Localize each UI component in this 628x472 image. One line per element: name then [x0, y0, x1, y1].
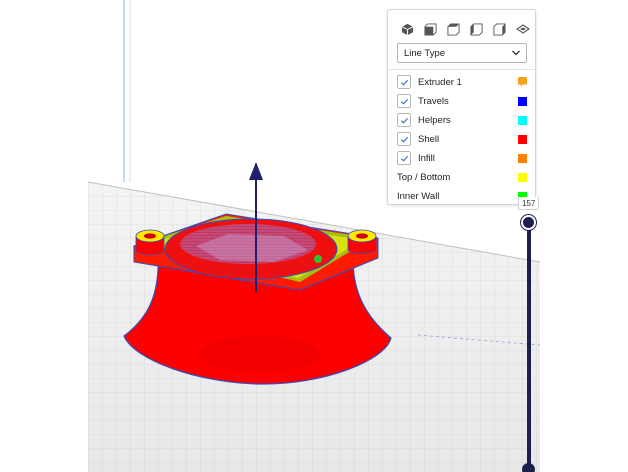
- legend-item-top-bottom: Top / Bottom: [397, 169, 528, 185]
- move-gizmo-arrow-icon: [249, 162, 263, 180]
- checkmark-icon: [400, 117, 408, 124]
- model-post-right: [347, 229, 377, 254]
- legend-label: Travels: [418, 95, 449, 107]
- legend-color-swatch: [518, 115, 527, 125]
- legend-label: Top / Bottom: [397, 171, 451, 183]
- legend-checkbox[interactable]: [397, 94, 411, 108]
- legend-label: Helpers: [418, 114, 451, 126]
- view-xray-button[interactable]: [511, 18, 534, 40]
- cube-left-icon: [470, 22, 483, 36]
- legend-item-shell[interactable]: Shell: [397, 131, 528, 147]
- layer-slider-lower-handle[interactable]: [522, 463, 535, 472]
- view-3d-button[interactable]: [396, 18, 419, 40]
- layer-slider[interactable]: 157: [518, 193, 540, 472]
- legend-label: Inner Wall: [397, 190, 440, 202]
- checkmark-icon: [400, 136, 408, 143]
- checkmark-icon: [400, 98, 408, 105]
- legend-item-helpers[interactable]: Helpers: [397, 112, 528, 128]
- legend-checkbox[interactable]: [397, 75, 411, 89]
- legend-label: Infill: [418, 152, 435, 164]
- view-top-button[interactable]: [442, 18, 465, 40]
- legend-color-swatch: [518, 77, 527, 87]
- checkmark-icon: [400, 155, 408, 162]
- cube-top-icon: [447, 22, 460, 36]
- legend-item-travels[interactable]: Travels: [397, 93, 528, 109]
- layer-slider-track[interactable]: [527, 219, 531, 472]
- legend-label: Extruder 1: [418, 76, 462, 88]
- model-green-dot: [314, 255, 322, 263]
- model-base-center: [200, 336, 320, 372]
- view-front-button[interactable]: [419, 18, 442, 40]
- legend-color-swatch: [518, 134, 527, 144]
- model-post-left: [135, 229, 165, 255]
- legend-label: Shell: [418, 133, 440, 145]
- checkmark-icon: [400, 79, 408, 86]
- cube-front-icon: [424, 22, 437, 36]
- layers-icon: [515, 24, 530, 34]
- legend-item-inner-wall: Inner Wall: [397, 188, 528, 204]
- legend-item-infill[interactable]: Infill: [397, 150, 528, 166]
- divider: [388, 69, 535, 70]
- color-scheme-selected: Line Type: [404, 47, 446, 59]
- layer-slider-value[interactable]: 157: [518, 197, 540, 210]
- view-buttons-toolbar: [396, 18, 534, 40]
- color-scheme-dropdown[interactable]: Line Type: [397, 43, 527, 63]
- view-right-button[interactable]: [488, 18, 511, 40]
- legend-checkbox[interactable]: [397, 151, 411, 165]
- legend-checkbox[interactable]: [397, 113, 411, 127]
- legend-checkbox[interactable]: [397, 132, 411, 146]
- legend-color-swatch: [518, 172, 527, 182]
- view-settings-panel: Line Type Extruder 1 Travels Helpers Shell I…: [387, 9, 536, 205]
- view-left-button[interactable]: [465, 18, 488, 40]
- legend-item-extruder-1[interactable]: Extruder 1: [397, 74, 528, 90]
- layer-slider-upper-handle[interactable]: [521, 215, 536, 230]
- legend-color-swatch: [518, 153, 527, 163]
- legend-color-swatch: [518, 96, 527, 106]
- chevron-down-icon: [512, 50, 520, 56]
- cube-3d-icon: [401, 23, 414, 35]
- cube-right-icon: [493, 22, 506, 36]
